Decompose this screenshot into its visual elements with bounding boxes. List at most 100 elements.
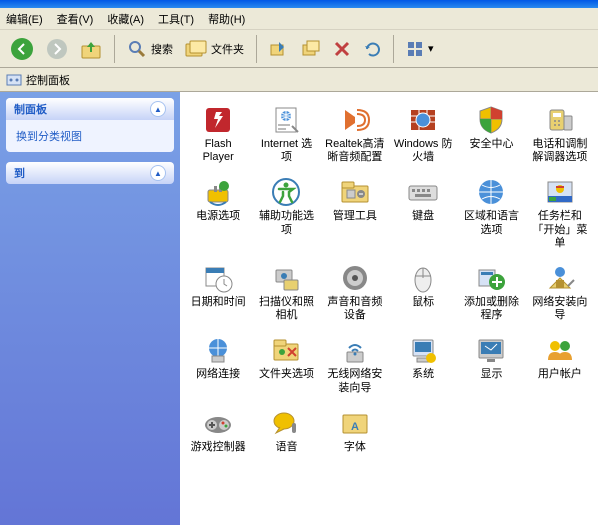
cp-item-keyboard[interactable]: 键盘 xyxy=(391,174,455,252)
undo-icon xyxy=(363,40,381,58)
cp-item-addremove[interactable]: 添加或删除程序 xyxy=(459,260,523,324)
item-label: Windows 防火墙 xyxy=(393,138,453,164)
cp-item-firewall[interactable]: Windows 防火墙 xyxy=(391,102,455,166)
game-icon xyxy=(202,407,234,439)
delete-icon xyxy=(333,40,351,58)
undo-button[interactable] xyxy=(359,34,385,64)
sidebar: 制面板 ▲ 换到分类视图 到 ▲ xyxy=(0,92,180,525)
back-icon xyxy=(10,37,34,61)
item-label: 管理工具 xyxy=(333,210,377,223)
item-label: Internet 选项 xyxy=(256,138,316,164)
item-label: 字体 xyxy=(344,441,366,454)
firewall-icon xyxy=(407,104,439,136)
cp-item-netconn[interactable]: 网络连接 xyxy=(186,332,250,396)
scanner-icon xyxy=(270,262,302,294)
cp-item-power[interactable]: 电源选项 xyxy=(186,174,250,252)
cp-item-folderopt[interactable]: 文件夹选项 xyxy=(254,332,318,396)
cp-item-inet[interactable]: Internet 选项 xyxy=(254,102,318,166)
folders-button[interactable]: 文件夹 xyxy=(181,34,248,64)
shield-icon xyxy=(475,104,507,136)
move-icon xyxy=(269,39,289,59)
cp-item-scanner[interactable]: 扫描仪和照相机 xyxy=(254,260,318,324)
views-button[interactable]: ▾ xyxy=(402,34,438,64)
folders-label: 文件夹 xyxy=(211,41,244,57)
copy-icon xyxy=(301,39,321,59)
address-label: 控制面板 xyxy=(26,72,70,88)
item-label: 键盘 xyxy=(412,210,434,223)
cp-item-datetime[interactable]: 日期和时间 xyxy=(186,260,250,324)
sidebar-panel-see-also: 到 ▲ xyxy=(6,162,174,184)
users-icon xyxy=(544,334,576,366)
cp-item-shield[interactable]: 安全中心 xyxy=(459,102,523,166)
cp-item-sound[interactable]: 声音和音频设备 xyxy=(323,260,387,324)
cp-item-region[interactable]: 区域和语言选项 xyxy=(459,174,523,252)
collapse-button[interactable]: ▲ xyxy=(150,165,166,181)
cp-item-speech[interactable]: 语音 xyxy=(254,405,318,456)
panel-title: 制面板 xyxy=(14,101,47,117)
search-icon xyxy=(127,39,147,59)
cp-item-netsetup[interactable]: 网络安装向导 xyxy=(528,260,592,324)
cp-item-realtek[interactable]: Realtek高清晰音频配置 xyxy=(323,102,387,166)
back-button[interactable] xyxy=(6,34,38,64)
cp-item-taskbar[interactable]: 任务栏和「开始」菜单 xyxy=(528,174,592,252)
copy-button[interactable] xyxy=(297,34,325,64)
fonts-icon: A xyxy=(339,407,371,439)
menu-tools[interactable]: 工具(T) xyxy=(158,11,194,27)
cp-item-phone[interactable]: 电话和调制解调器选项 xyxy=(528,102,592,166)
flash-icon xyxy=(202,104,234,136)
cp-item-display[interactable]: 显示 xyxy=(459,332,523,396)
netconn-icon xyxy=(202,334,234,366)
up-button[interactable] xyxy=(76,34,106,64)
folderopt-icon xyxy=(270,334,302,366)
separator xyxy=(114,35,115,63)
address-bar: 控制面板 xyxy=(0,68,598,92)
item-label: 电话和调制解调器选项 xyxy=(530,138,590,164)
item-label: 任务栏和「开始」菜单 xyxy=(530,210,590,250)
panel-title: 到 xyxy=(14,165,25,181)
cp-item-game[interactable]: 游戏控制器 xyxy=(186,405,250,456)
speech-icon xyxy=(270,407,302,439)
sound-icon xyxy=(339,262,371,294)
switch-view-link[interactable]: 换到分类视图 xyxy=(16,131,82,143)
item-label: 添加或删除程序 xyxy=(461,296,521,322)
cp-item-flash[interactable]: Flash Player xyxy=(186,102,250,166)
cp-item-mouse[interactable]: 鼠标 xyxy=(391,260,455,324)
menu-edit[interactable]: 编辑(E) xyxy=(6,11,43,27)
phone-icon xyxy=(544,104,576,136)
keyboard-icon xyxy=(407,176,439,208)
separator xyxy=(256,35,257,63)
search-label: 搜索 xyxy=(151,41,173,57)
svg-text:A: A xyxy=(351,421,359,433)
move-button[interactable] xyxy=(265,34,293,64)
up-folder-icon xyxy=(80,38,102,60)
forward-button[interactable] xyxy=(42,34,72,64)
cp-item-access[interactable]: 辅助功能选项 xyxy=(254,174,318,252)
datetime-icon xyxy=(202,262,234,294)
item-label: 鼠标 xyxy=(412,296,434,309)
access-icon xyxy=(270,176,302,208)
item-label: 语音 xyxy=(275,441,297,454)
search-button[interactable]: 搜索 xyxy=(123,34,177,64)
admin-icon xyxy=(339,176,371,208)
menu-help[interactable]: 帮助(H) xyxy=(208,11,245,27)
item-label: 系统 xyxy=(412,368,434,381)
addremove-icon xyxy=(475,262,507,294)
main-content: Flash PlayerInternet 选项 Realtek高清晰音频配置 Win… xyxy=(180,92,598,525)
cp-item-admin[interactable]: 管理工具 xyxy=(323,174,387,252)
cp-item-wireless[interactable]: 无线网络安装向导 xyxy=(323,332,387,396)
cp-item-users[interactable]: 用户帐户 xyxy=(528,332,592,396)
netsetup-icon xyxy=(544,262,576,294)
realtek-icon xyxy=(339,104,371,136)
menu-view[interactable]: 查看(V) xyxy=(57,11,94,27)
views-icon xyxy=(406,40,426,58)
menu-favorites[interactable]: 收藏(A) xyxy=(107,11,144,27)
item-label: 显示 xyxy=(480,368,502,381)
delete-button[interactable] xyxy=(329,34,355,64)
cp-item-system[interactable]: 系统 xyxy=(391,332,455,396)
display-icon xyxy=(475,334,507,366)
menu-bar: 编辑(E) 查看(V) 收藏(A) 工具(T) 帮助(H) xyxy=(0,8,598,30)
item-label: Realtek高清晰音频配置 xyxy=(325,138,385,164)
collapse-button[interactable]: ▲ xyxy=(150,101,166,117)
item-label: 扫描仪和照相机 xyxy=(256,296,316,322)
cp-item-fonts[interactable]: A 字体 xyxy=(323,405,387,456)
